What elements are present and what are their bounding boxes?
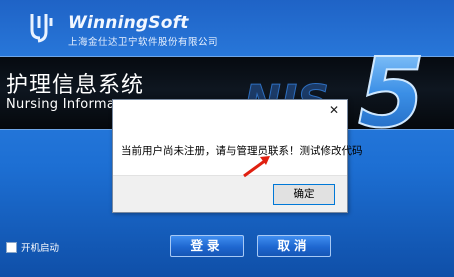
- message-dialog: ✕ 当前用户尚未注册，请与管理员联系！测试修改代码 确定: [112, 99, 363, 213]
- autostart-option[interactable]: 开机启动: [6, 240, 59, 254]
- dialog-footer: 确定: [113, 175, 347, 212]
- cancel-button[interactable]: 取消: [257, 235, 331, 257]
- brand-header: WinningSoft 上海金仕达卫宁软件股份有限公司: [8, 4, 248, 48]
- svg-text:5: 5: [358, 44, 425, 136]
- product-title: 护理信息系统: [6, 73, 145, 98]
- brand-name: WinningSoft: [68, 13, 189, 33]
- company-name: 上海金仕达卫宁软件股份有限公司: [68, 37, 219, 48]
- ok-button[interactable]: 确定: [273, 184, 335, 205]
- login-button[interactable]: 登录: [170, 235, 244, 257]
- winningsoft-logo-icon: [30, 14, 53, 43]
- autostart-label: 开机启动: [21, 243, 60, 254]
- annotation-arrow-icon: [243, 156, 270, 178]
- login-toolbar: 开机启动 登录 取消: [0, 228, 454, 277]
- product-subtitle: Nursing Informa: [6, 97, 116, 112]
- close-icon[interactable]: ✕: [327, 103, 341, 117]
- autostart-checkbox[interactable]: [6, 241, 17, 253]
